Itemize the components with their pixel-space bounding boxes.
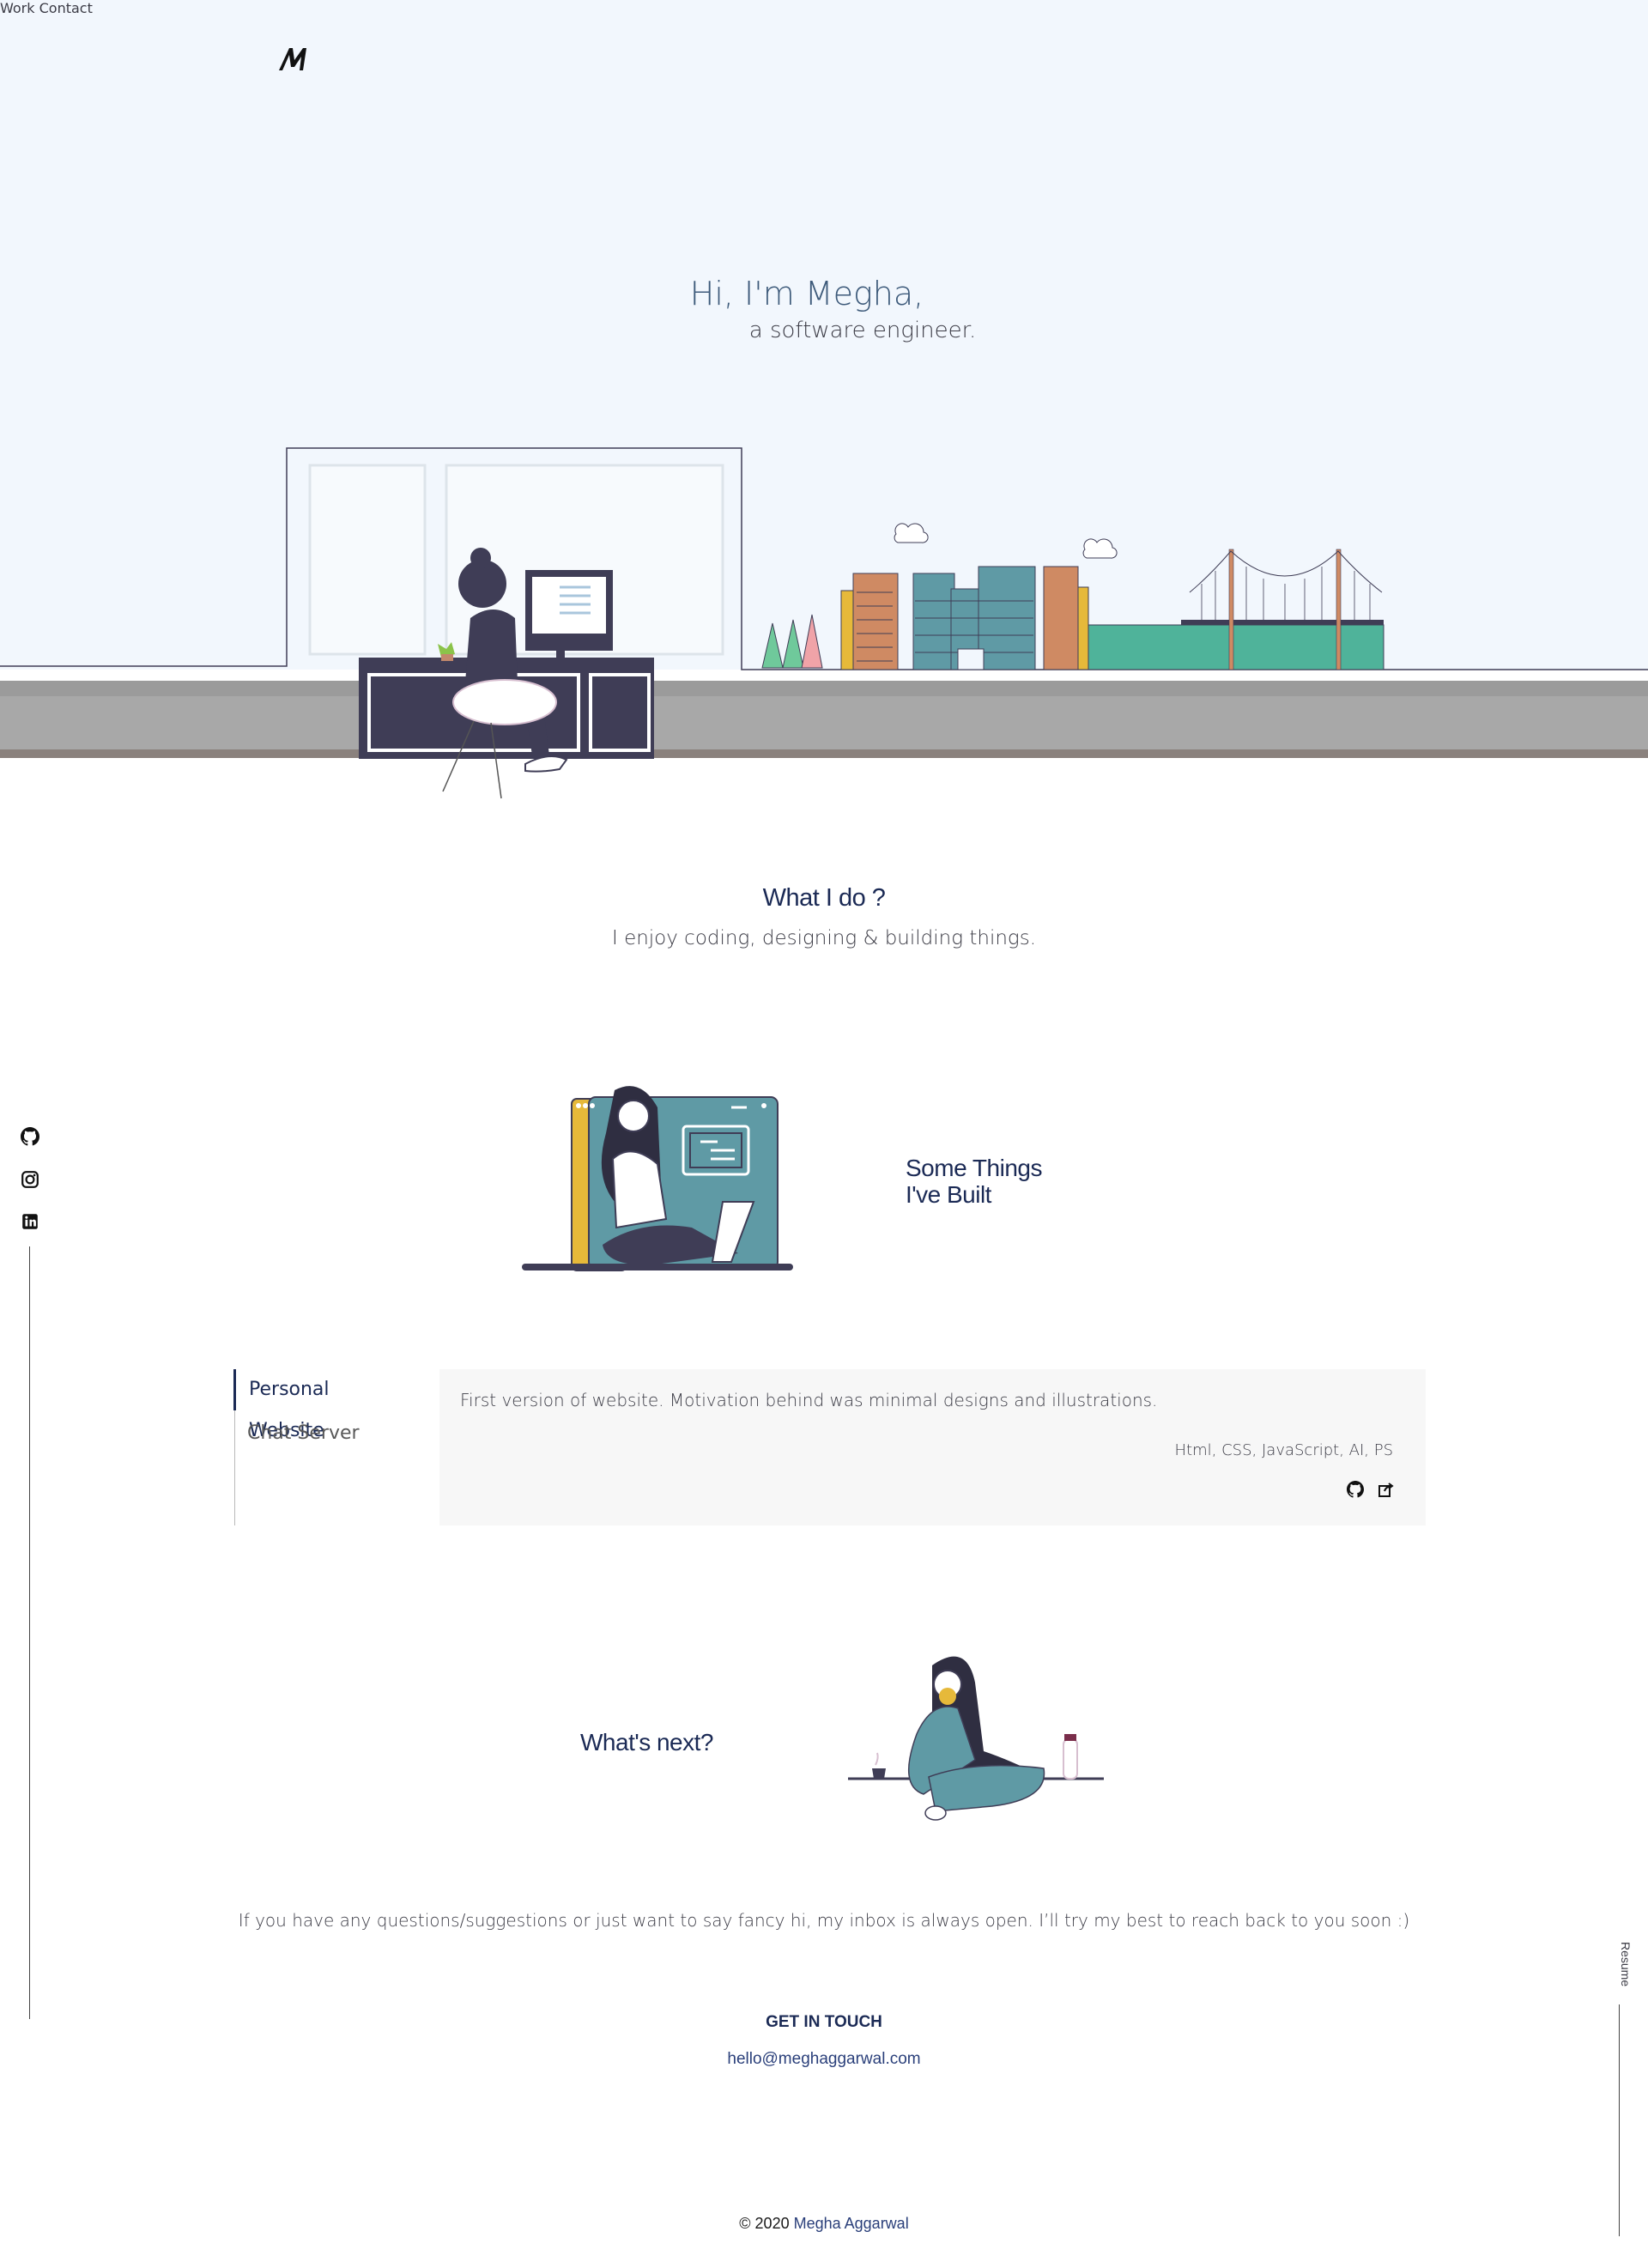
project-tab-personal-website[interactable]: Personal Website (233, 1369, 407, 1441)
built-illustration (522, 1086, 793, 1271)
resume-link[interactable]: Resume (1607, 1942, 1641, 1993)
project-tab-chat-server[interactable]: Chat Server (235, 1416, 360, 1451)
left-sidebar-line (29, 1246, 30, 2019)
hero-role: a software engineer. (748, 318, 977, 343)
nav-contact-link[interactable]: Contact (39, 0, 93, 16)
project-card: First version of website. Motivation beh… (439, 1369, 1426, 1525)
github-icon[interactable] (21, 1127, 39, 1146)
what-i-do-title: What I do ? (762, 884, 886, 912)
reading-illustration (848, 1656, 1104, 1821)
resume-label[interactable]: Resume (1619, 1942, 1633, 1986)
footer: © 2020 Megha Aggarwal (0, 2215, 1648, 2233)
project-tech-stack: Html, CSS, JavaScript, AI, PS (1174, 1441, 1393, 1459)
hero-section: Work Contact Hi, I'm Megha, a software e… (0, 0, 1648, 799)
built-title-line1: Some Things (906, 1155, 1042, 1181)
copyright-text: © 2020 (739, 2215, 790, 2232)
what-i-do-subtitle: I enjoy coding, designing & building thi… (611, 927, 1037, 949)
whats-next-title: What's next? (580, 1729, 713, 1756)
linkedin-icon[interactable] (21, 1212, 39, 1231)
project-links (1347, 1481, 1395, 1498)
external-link-icon[interactable] (1378, 1481, 1395, 1498)
hero-illustration (0, 447, 1648, 799)
project-description: First version of website. Motivation beh… (460, 1390, 1158, 1410)
top-nav: Work Contact (0, 0, 1648, 16)
contact-message: If you have any questions/suggestions or… (238, 1910, 1410, 1931)
nav-work-link[interactable]: Work (0, 0, 35, 16)
email-link[interactable]: hello@meghaggarwal.com (0, 2050, 1648, 2069)
hero-greeting: Hi, I'm Megha, (689, 275, 924, 312)
instagram-icon[interactable] (21, 1170, 39, 1189)
logo-icon[interactable] (277, 45, 312, 74)
footer-author-name: Megha Aggarwal (793, 2215, 909, 2232)
right-sidebar-line (1619, 2004, 1620, 2236)
get-in-touch-heading: GET IN TOUCH (766, 2013, 882, 2031)
github-icon[interactable] (1347, 1481, 1364, 1498)
built-title: Some Things I've Built (906, 1155, 1042, 1208)
built-title-line2: I've Built (906, 1181, 991, 1208)
project-tabs: Personal Website Chat Server (233, 1369, 407, 1525)
